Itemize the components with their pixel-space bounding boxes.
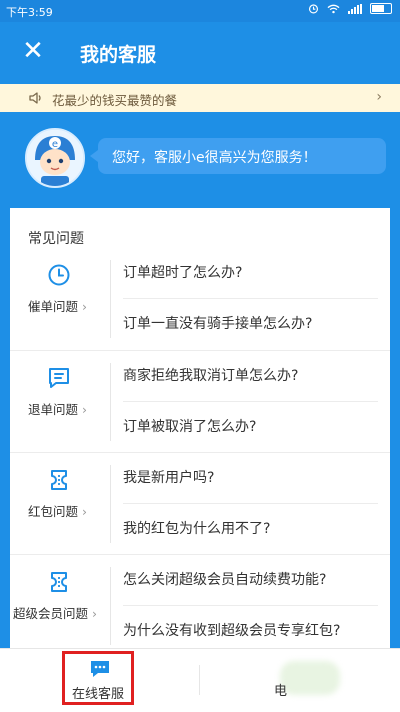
ticket-icon (51, 572, 67, 592)
phone-service-button[interactable]: 电 (270, 661, 350, 699)
divider (123, 503, 378, 504)
category-label-text: 催单问题 (28, 299, 79, 314)
faq-category-urge: 催单问题 › 订单超时了怎么办? 订单一直没有骑手接单怎么办? (10, 248, 390, 350)
divider (110, 363, 111, 441)
app-header: ✕ 我的客服 (0, 22, 400, 84)
greeting-text: 您好，客服小e很高兴为您服务！ (112, 150, 317, 166)
alarm-icon (308, 4, 319, 14)
divider (110, 465, 111, 543)
receipt-icon (49, 368, 69, 388)
wifi-icon (327, 4, 340, 13)
promo-notice-bar[interactable]: 花最少的钱买最赞的餐 › (0, 84, 400, 112)
chevron-right-icon: › (376, 89, 382, 105)
category-label-text: 退单问题 (28, 402, 79, 417)
chevron-right-icon: › (92, 606, 98, 621)
divider (110, 567, 111, 645)
greeting-section: e 您好，客服小e很高兴为您服务！ (0, 112, 400, 212)
question-link[interactable]: 订单超时了怎么办? (123, 262, 242, 282)
divider (123, 605, 378, 606)
blurred-overlay (280, 661, 340, 695)
faq-category-refund: 退单问题 › 商家拒绝我取消订单怎么办? 订单被取消了怎么办? (10, 350, 390, 453)
question-link[interactable]: 怎么关闭超级会员自动续费功能? (123, 569, 326, 589)
category-label-urge[interactable]: 催单问题 › (28, 296, 87, 315)
online-service-label: 在线客服 (71, 687, 124, 702)
divider (110, 260, 111, 338)
category-label-refund[interactable]: 退单问题 › (28, 399, 87, 418)
category-label-supervip[interactable]: 超级会员问题 › (13, 603, 97, 622)
chat-bubble-icon (91, 661, 109, 677)
faq-category-supervip: 超级会员问题 › 怎么关闭超级会员自动续费功能? 为什么没有收到超级会员专享红包? (10, 554, 390, 648)
chevron-right-icon: › (82, 504, 88, 519)
close-icon[interactable]: ✕ (18, 36, 48, 66)
page-title: 我的客服 (80, 44, 157, 66)
online-service-button[interactable]: 在线客服 (62, 651, 134, 705)
chevron-right-icon: › (82, 402, 88, 417)
question-link[interactable]: 商家拒绝我取消订单怎么办? (123, 365, 298, 385)
clock-icon (48, 264, 70, 286)
question-link[interactable]: 订单被取消了怎么办? (123, 416, 256, 436)
status-icons (308, 3, 392, 14)
status-bar: 下午3:59 (0, 0, 400, 22)
ticket-icon (51, 470, 67, 490)
category-label-text: 超级会员问题 (13, 606, 89, 621)
divider (123, 401, 378, 402)
question-link[interactable]: 订单一直没有骑手接单怎么办? (123, 313, 312, 333)
svg-text:e: e (52, 139, 58, 150)
question-link[interactable]: 我是新用户吗? (123, 467, 214, 487)
faq-card: 常见问题 催单问题 › 订单超时了怎么办? 订单一直没有骑手接单怎么办? 退单问题… (10, 208, 390, 648)
faq-title: 常见问题 (28, 231, 84, 247)
bottom-bar: 在线客服 电 (0, 648, 400, 712)
question-link[interactable]: 为什么没有收到超级会员专享红包? (123, 620, 340, 640)
category-label-redpacket[interactable]: 红包问题 › (28, 501, 87, 520)
mascot-avatar: e (25, 128, 85, 188)
question-link[interactable]: 我的红包为什么用不了? (123, 518, 270, 538)
phone-service-label: 电 (274, 684, 288, 699)
notice-text: 花最少的钱买最赞的餐 (52, 93, 178, 108)
chevron-right-icon: › (82, 299, 88, 314)
greeting-bubble: 您好，客服小e很高兴为您服务！ (90, 138, 386, 174)
signal-icon (348, 3, 362, 14)
status-time: 下午3:59 (6, 6, 53, 19)
divider (199, 665, 200, 695)
divider (123, 298, 378, 299)
battery-icon (370, 3, 392, 14)
speaker-icon (29, 92, 41, 104)
faq-category-redpacket: 红包问题 › 我是新用户吗? 我的红包为什么用不了? (10, 452, 390, 555)
category-label-text: 红包问题 (28, 504, 79, 519)
